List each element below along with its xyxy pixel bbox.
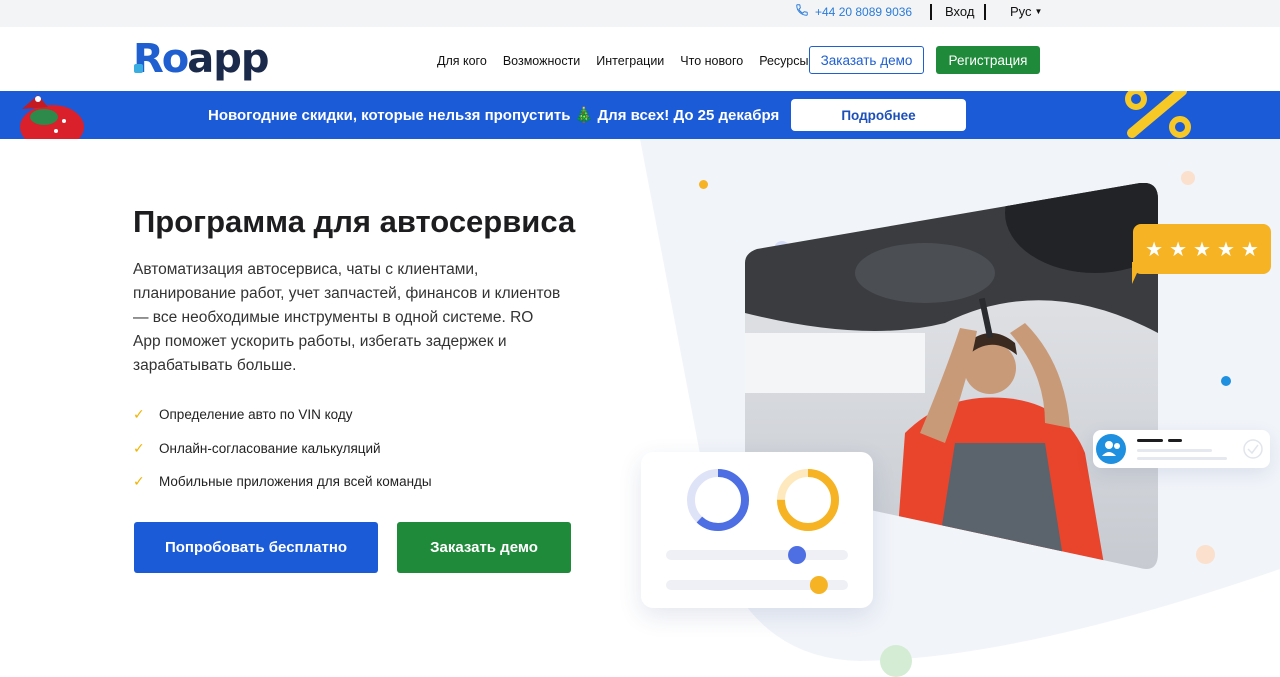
nav-item-features[interactable]: Возможности: [503, 54, 580, 68]
main-nav: Для кого Возможности Интеграции Что ново…: [437, 54, 808, 68]
language-select[interactable]: Рус ▼: [1010, 4, 1042, 19]
slider-track: [666, 550, 848, 560]
decor-dot: [699, 180, 708, 189]
logo-dot: [134, 64, 143, 73]
check-icon: ✓: [133, 473, 145, 490]
percent-icon: [1125, 91, 1191, 138]
check-icon: ✓: [133, 439, 145, 456]
utility-bar: +44 20 8089 9036 Вход Рус ▼: [0, 0, 1280, 27]
phone-icon: [795, 3, 809, 20]
nav-item-for-whom[interactable]: Для кого: [437, 54, 487, 68]
logo-app: app: [187, 36, 269, 82]
star-icon: ★: [1169, 238, 1188, 261]
user-card-graphic: [1096, 434, 1263, 464]
logo-ro: Ro: [133, 36, 189, 82]
nav-item-integrations[interactable]: Интеграции: [596, 54, 664, 68]
hero-description: Автоматизация автосервиса, чаты с клиент…: [133, 261, 561, 374]
nav-item-resources[interactable]: Ресурсы: [759, 54, 808, 68]
decor-dot: [1181, 171, 1195, 185]
check-icon: ✓: [133, 406, 145, 423]
site-header: Ro app Для кого Возможности Интеграции Ч…: [0, 27, 1280, 91]
feature-list: ✓ Определение авто по VIN коду ✓ Онлайн-со…: [133, 398, 432, 499]
login-link[interactable]: Вход: [945, 4, 974, 19]
try-free-button[interactable]: Попробовать бесплатно: [134, 522, 378, 573]
star-icon: ★: [1216, 238, 1235, 261]
slider-handle-yellow: [809, 576, 828, 594]
stats-card-graphic: [666, 469, 848, 594]
star-icon: ★: [1240, 238, 1259, 261]
feature-label: Онлайн-согласование калькуляций: [159, 440, 381, 456]
feature-label: Мобильные приложения для всей команды: [159, 474, 432, 490]
logo[interactable]: Ro app: [133, 36, 270, 82]
list-item: ✓ Определение авто по VIN коду: [133, 398, 432, 432]
star-icon: ★: [1193, 238, 1211, 261]
phone-number: +44 20 8089 9036: [815, 4, 913, 19]
divider: [930, 4, 932, 20]
decor-dot: [1221, 376, 1231, 386]
stats-card: [641, 452, 873, 608]
language-label: Рус: [1010, 4, 1032, 19]
promo-details-button[interactable]: Подробнее: [791, 99, 966, 131]
decor-dot: [880, 645, 912, 677]
promo-banner: Новогодние скидки, которые нельзя пропус…: [0, 91, 1280, 139]
rating-badge: ★ ★ ★ ★ ★: [1133, 224, 1271, 274]
header-demo-button[interactable]: Заказать демо: [809, 46, 924, 74]
list-item: ✓ Онлайн-согласование калькуляций: [133, 432, 432, 466]
list-item: ✓ Мобильные приложения для всей команды: [133, 465, 432, 499]
gift-bag-icon: [20, 95, 84, 139]
order-demo-button[interactable]: Заказать демо: [397, 522, 571, 573]
slider-handle-blue: [788, 546, 807, 564]
decor-dot: [1196, 545, 1215, 564]
feature-label: Определение авто по VIN коду: [159, 407, 353, 423]
chevron-down-icon: ▼: [1034, 7, 1043, 16]
register-button[interactable]: Регистрация: [936, 46, 1040, 74]
nav-item-whats-new[interactable]: Что нового: [680, 54, 743, 68]
user-card: [1093, 430, 1270, 468]
star-icon: ★: [1145, 238, 1164, 261]
promo-text: Новогодние скидки, которые нельзя пропус…: [208, 107, 780, 124]
phone-link[interactable]: +44 20 8089 9036: [795, 3, 912, 20]
page-title: Программа для автосервиса: [133, 204, 576, 239]
divider: [984, 4, 986, 20]
